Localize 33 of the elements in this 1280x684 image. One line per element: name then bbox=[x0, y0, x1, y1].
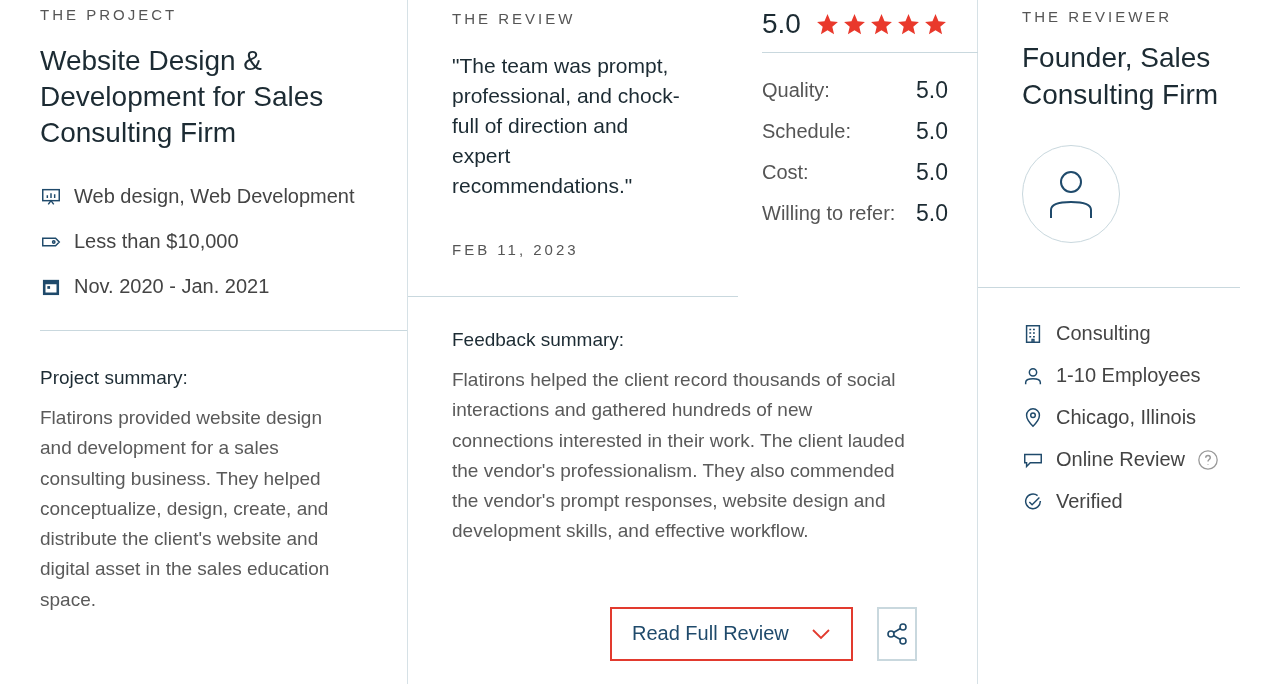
section-label: THE REVIEW bbox=[452, 10, 577, 27]
read-full-review-button[interactable]: Read Full Review bbox=[610, 606, 853, 661]
rating-value: 5.0 bbox=[916, 200, 948, 227]
overall-rating: 5.0 bbox=[762, 8, 801, 40]
share-button[interactable] bbox=[876, 606, 917, 661]
project-detail: Web design, Web Development bbox=[74, 185, 355, 208]
rating-value: 5.0 bbox=[916, 77, 948, 104]
summary-text: Flatirons provided website design and development for a sales consulting business. They helped conceptualize, design, create, and distribute the client's website and digital asset in the sales education space. bbox=[40, 406, 331, 612]
rating-label: Quality: bbox=[762, 79, 830, 102]
chevron-down-icon bbox=[810, 627, 831, 640]
project-detail: Less than $10,000 bbox=[74, 230, 239, 253]
share-icon bbox=[884, 621, 909, 646]
rating-label: Willing to refer: bbox=[762, 202, 896, 225]
rating-value: 5.0 bbox=[916, 118, 948, 145]
rating-value: 5.0 bbox=[916, 159, 948, 186]
reviewer-detail: Verified bbox=[1056, 490, 1123, 513]
section-label: THE REVIEWER bbox=[1022, 8, 1174, 25]
reviewer-detail: Online Review bbox=[1056, 448, 1185, 471]
project-title: Website Design & Development for Sales Consulting Firm bbox=[40, 44, 325, 150]
feedback-heading: Feedback summary: bbox=[452, 329, 626, 351]
reviewer-detail: Chicago, Illinois bbox=[1056, 406, 1197, 429]
summary-heading: Project summary: bbox=[40, 367, 189, 389]
reviewer-detail: Consulting bbox=[1056, 322, 1151, 345]
project-detail: Nov. 2020 - Jan. 2021 bbox=[74, 275, 270, 298]
reviewer-detail: 1-10 Employees bbox=[1056, 364, 1201, 387]
feedback-text: Flatirons helped the client record thousands of social interactions and gathered hundreds of new connections interested in their work. The client lauded the vendor's professionalism. They also commended the vendor's prompt responses, website design and development skills, and effective workflow. bbox=[452, 368, 906, 544]
rating-label: Cost: bbox=[762, 161, 809, 184]
rating-label: Schedule: bbox=[762, 120, 851, 143]
section-label: THE PROJECT bbox=[40, 6, 179, 23]
reviewer-title: Founder, Sales Consulting Firm bbox=[1022, 41, 1220, 112]
review-date: FEB 11, 2023 bbox=[452, 241, 580, 258]
help-icon[interactable] bbox=[1196, 448, 1219, 471]
review-quote: "The team was prompt, professional, and chock-full of direction and expert recommendations." bbox=[452, 53, 681, 199]
